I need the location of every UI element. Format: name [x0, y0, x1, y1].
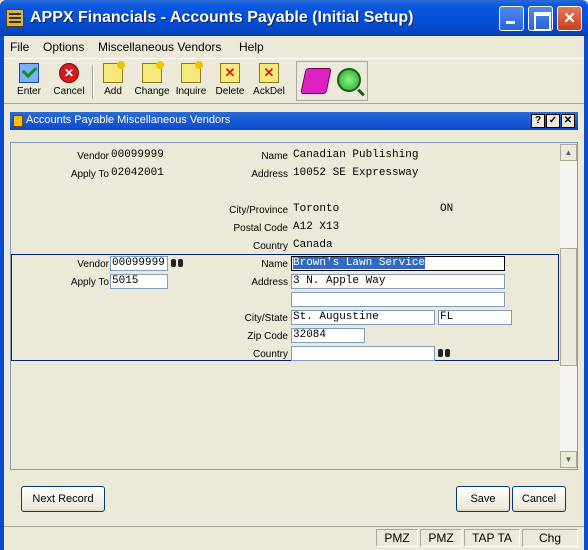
cancel-icon [59, 63, 79, 83]
status-panel-2: PMZ [420, 529, 462, 547]
city-field[interactable]: St. Augustine [291, 310, 435, 325]
add-button[interactable]: Add [94, 61, 132, 101]
ackdel-button[interactable]: AckDel [250, 63, 288, 101]
scroll-down-icon[interactable]: ▼ [560, 451, 577, 468]
city-value: Toronto [293, 203, 340, 215]
country-label: Country [252, 349, 288, 360]
scroll-thumb[interactable] [560, 248, 577, 366]
document-icon [13, 115, 23, 127]
status-panel-3: TAP TA [464, 529, 520, 547]
status-panel-1: PMZ [376, 529, 418, 547]
close-icon: ✕ [563, 10, 576, 27]
apply-to-label: Apply To [70, 169, 109, 180]
help-button[interactable]: ? [531, 114, 545, 128]
maximize-button[interactable] [528, 6, 553, 31]
delete-icon [220, 63, 240, 83]
cancel-toolbar-button[interactable]: Cancel [50, 63, 88, 101]
name-field[interactable]: Brown's Lawn Service [291, 256, 505, 271]
vendor-label: Vendor [77, 151, 109, 162]
vendor-label: Vendor [77, 259, 109, 270]
change-label: Change [134, 86, 170, 97]
name-value: Canadian Publishing [293, 149, 419, 161]
name-label: Name [261, 151, 288, 162]
app-icon[interactable] [6, 9, 24, 27]
vendor-field[interactable]: 00099999 [110, 256, 168, 271]
delete-button[interactable]: Delete [211, 63, 249, 101]
binoculars-icon[interactable] [170, 256, 184, 269]
menu-help[interactable]: Help [239, 40, 264, 54]
vendor-value: 00099999 [111, 149, 164, 161]
apply-to-value: 02042001 [111, 167, 164, 179]
cancel-label: Cancel [53, 86, 85, 97]
window-frame-right [584, 36, 588, 550]
next-record-button[interactable]: Next Record [21, 486, 105, 512]
country-label: Country [252, 241, 288, 252]
address-label: Address [251, 277, 288, 288]
address-label: Address [251, 169, 288, 180]
status-bar: PMZ PMZ TAP TA Chg [4, 526, 584, 548]
postal-code-value: A12 X13 [293, 221, 340, 233]
inquire-button[interactable]: Inquire [172, 61, 210, 101]
inquire-label: Inquire [175, 86, 207, 97]
state-field[interactable]: FL [438, 310, 512, 325]
city-state-label: City/State [244, 313, 288, 324]
window-title: APPX Financials - Accounts Payable (Init… [30, 9, 414, 26]
enter-button[interactable]: Enter [10, 63, 48, 101]
name-label: Name [261, 259, 288, 270]
change-icon [142, 61, 164, 83]
maximize-icon [529, 7, 552, 31]
extra-tools [296, 61, 368, 101]
delete-label: Delete [215, 86, 245, 97]
inquire-icon [181, 61, 203, 83]
cancel-button[interactable]: Cancel [512, 486, 566, 512]
name-field-text: Brown's Lawn Service [293, 257, 426, 269]
address-line-2-field[interactable] [291, 292, 505, 307]
zip-code-label: Zip Code [247, 331, 288, 342]
apply-to-field[interactable]: 5015 [110, 274, 168, 289]
city-province-label: City/Province [229, 205, 288, 216]
title-bar: APPX Financials - Accounts Payable (Init… [0, 0, 588, 36]
window-frame-left [0, 36, 4, 550]
inner-close-button[interactable]: ✕ [561, 114, 575, 128]
scroll-icon[interactable] [300, 68, 332, 94]
apply-to-label: Apply To [70, 277, 109, 288]
status-panel-4: Chg [522, 529, 578, 547]
menu-bar: File Options Miscellaneous Vendors Help [4, 36, 584, 58]
ackdel-icon [259, 63, 279, 83]
change-button[interactable]: Change [133, 61, 171, 101]
minimize-button[interactable] [499, 6, 524, 31]
enter-label: Enter [17, 86, 41, 97]
postal-code-label: Postal Code [233, 223, 288, 234]
enter-icon [19, 63, 39, 83]
scroll-up-icon[interactable]: ▲ [560, 144, 577, 161]
binoculars-icon[interactable] [437, 346, 451, 359]
magnify-icon[interactable] [337, 68, 361, 92]
add-icon [103, 61, 125, 83]
minimize-icon [500, 7, 523, 30]
add-label: Add [104, 86, 122, 97]
ackdel-label: AckDel [253, 86, 285, 97]
save-button[interactable]: Save [456, 486, 510, 512]
zip-code-field[interactable]: 32084 [291, 328, 365, 343]
address-line-1-field[interactable]: 3 N. Apple Way [291, 274, 505, 289]
menu-file[interactable]: File [10, 40, 29, 54]
inner-title-bar: Accounts Payable Miscellaneous Vendors ?… [10, 112, 578, 130]
country-field[interactable] [291, 346, 435, 361]
province-value: ON [440, 203, 454, 215]
menu-options[interactable]: Options [43, 40, 84, 54]
country-value: Canada [293, 239, 333, 251]
menu-miscellaneous-vendors[interactable]: Miscellaneous Vendors [98, 40, 221, 54]
inner-title: Accounts Payable Miscellaneous Vendors [26, 114, 231, 126]
address-value: 10052 SE Expressway [293, 167, 419, 179]
toolbar: Enter Cancel Add Change Inquire Delete A… [4, 58, 584, 104]
vertical-scrollbar[interactable]: ▲ ▼ [560, 144, 577, 468]
check-button[interactable]: ✓ [546, 114, 560, 128]
close-button[interactable]: ✕ [557, 6, 582, 31]
